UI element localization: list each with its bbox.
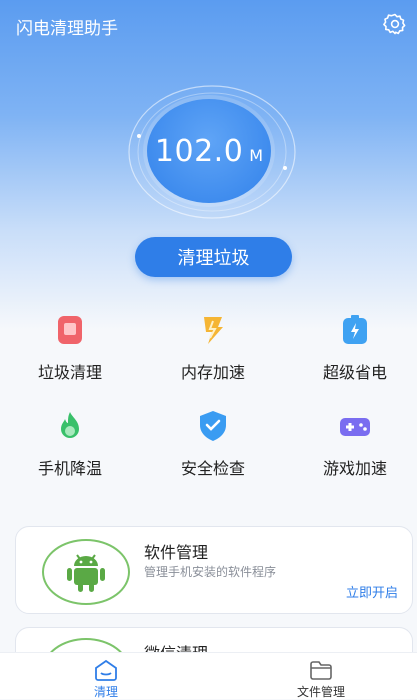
clean-junk-button[interactable]: 清理垃圾: [135, 237, 292, 277]
flame-icon: [61, 412, 79, 438]
gamepad-icon: [340, 418, 370, 436]
gauge-value: 102.0: [154, 133, 244, 169]
feature-memory-boost[interactable]: 内存加速: [163, 305, 263, 385]
app-title: 闪电清理助手: [16, 19, 118, 39]
open-now-link[interactable]: 立即开启: [346, 582, 398, 601]
card-title: 软件管理: [144, 543, 209, 562]
card-subtitle: 管理手机安装的软件程序: [144, 565, 277, 579]
tab-label: 文件管理: [296, 685, 345, 699]
feature-label: 手机降温: [37, 459, 102, 478]
lightning-icon: [204, 317, 223, 344]
home-icon: [95, 659, 117, 681]
storage-gauge: 102.0 M: [147, 99, 271, 203]
app-manager-card[interactable]: 软件管理 管理手机安装的软件程序 立即开启: [15, 526, 413, 614]
feature-label: 内存加速: [180, 363, 245, 382]
feature-security-check[interactable]: 安全检查: [163, 401, 263, 481]
feature-phone-cool[interactable]: 手机降温: [20, 401, 120, 481]
feature-label: 游戏加速: [322, 459, 387, 478]
android-icon-frame: [42, 539, 130, 605]
trash-phone-icon: [58, 316, 82, 344]
feature-game-boost[interactable]: 游戏加速: [305, 401, 405, 481]
battery-icon: [343, 315, 367, 344]
feature-power-save[interactable]: 超级省电: [305, 305, 405, 385]
tab-clean[interactable]: 清理: [66, 659, 146, 700]
bottom-tab-bar: 清理 文件管理: [0, 652, 417, 699]
tab-file-manager[interactable]: 文件管理: [281, 659, 361, 700]
folder-icon: [310, 661, 332, 680]
shield-icon: [200, 411, 226, 441]
feature-junk-clean[interactable]: 垃圾清理: [20, 305, 120, 385]
gauge-unit: M: [249, 145, 264, 165]
feature-label: 垃圾清理: [37, 363, 102, 382]
feature-label: 安全检查: [180, 459, 245, 478]
tab-label: 清理: [93, 685, 118, 699]
feature-label: 超级省电: [322, 363, 387, 382]
android-icon: [67, 554, 105, 592]
settings-icon[interactable]: [383, 12, 407, 36]
